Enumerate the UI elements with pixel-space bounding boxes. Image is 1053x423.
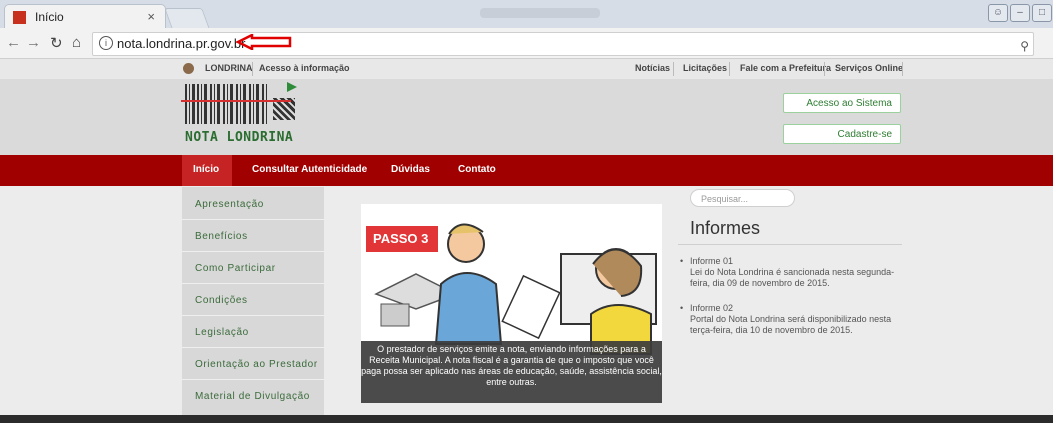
hero-caption: O prestador de serviços emite a nota, en… xyxy=(361,341,662,403)
step-badge: PASSO 3 xyxy=(366,226,438,252)
menu-item-duvidas[interactable]: Dúvidas xyxy=(391,164,430,175)
logo-red-line xyxy=(181,100,291,102)
favicon-icon xyxy=(13,11,26,24)
city-crest-icon xyxy=(183,63,194,74)
forward-icon[interactable]: → xyxy=(26,34,41,51)
top-link-servicos[interactable]: Serviços Online xyxy=(835,63,903,73)
window-title-blur xyxy=(480,8,600,18)
url-text: nota.londrina.pr.gov.br xyxy=(117,36,246,51)
home-icon[interactable]: ⌂ xyxy=(72,34,81,51)
access-system-button[interactable]: Acesso ao Sistema xyxy=(783,93,901,113)
informe-text: Lei do Nota Londrina é sancionada nesta … xyxy=(690,267,895,288)
info-icon[interactable]: i xyxy=(99,36,113,50)
register-button[interactable]: Cadastre-se xyxy=(783,124,901,144)
access-info-link[interactable]: Acesso à informação xyxy=(259,63,350,73)
site-footer xyxy=(0,415,1053,423)
top-link-noticias[interactable]: Notícias xyxy=(635,63,670,73)
sidebar: Apresentação Benefícios Como Participar … xyxy=(182,187,324,415)
sidebar-item-apresentacao[interactable]: Apresentação xyxy=(182,189,324,220)
top-link-licitacoes[interactable]: Licitações xyxy=(683,63,727,73)
tab-title: Início xyxy=(35,10,64,24)
maximize-button[interactable]: □ xyxy=(1032,4,1052,22)
search-input[interactable]: Pesquisar... xyxy=(690,189,795,207)
magnifier-icon[interactable]: ⚲ xyxy=(1020,39,1029,53)
top-link-fale[interactable]: Fale com a Prefeitura xyxy=(740,63,831,73)
main-menu: Início Consultar Autenticidade Dúvidas C… xyxy=(0,155,1053,186)
informe-title[interactable]: Informe 01 xyxy=(690,256,733,267)
tab-close-button[interactable]: × xyxy=(147,9,155,24)
address-toolbar: ← → ↻ ⌂ i nota.londrina.pr.gov.br ⚲ xyxy=(0,28,1053,59)
user-icon[interactable]: ☺ xyxy=(988,4,1008,22)
sidebar-item-orientacao[interactable]: Orientação ao Prestador xyxy=(182,349,324,380)
sidebar-item-material[interactable]: Material de Divulgação xyxy=(182,381,324,412)
url-field[interactable]: i nota.londrina.pr.gov.br ⚲ xyxy=(92,32,1034,56)
new-tab-button[interactable] xyxy=(164,8,210,29)
informe-text: Portal do Nota Londrina será disponibili… xyxy=(690,314,892,335)
nota-londrina-logo[interactable]: NOTA LONDRINA xyxy=(181,80,303,152)
sidebar-item-beneficios[interactable]: Benefícios xyxy=(182,221,324,252)
browser-tab[interactable]: Início × xyxy=(4,4,166,29)
sidebar-item-como-participar[interactable]: Como Participar xyxy=(182,253,324,284)
informe-title[interactable]: Informe 02 xyxy=(690,303,733,314)
annotation-arrow-icon xyxy=(236,34,292,50)
divider xyxy=(678,244,902,245)
menu-item-contato[interactable]: Contato xyxy=(458,164,496,175)
city-link[interactable]: LONDRINA xyxy=(205,63,253,73)
minimize-button[interactable]: – xyxy=(1010,4,1030,22)
informe-item[interactable]: • Informe 01 Lei do Nota Londrina é sanc… xyxy=(680,256,910,290)
informe-item[interactable]: • Informe 02 Portal do Nota Londrina ser… xyxy=(680,303,910,337)
hero-illustration[interactable]: PASSO 3 O prestador de serviços emite a … xyxy=(361,204,662,403)
informes-heading: Informes xyxy=(690,218,761,238)
sidebar-item-condicoes[interactable]: Condições xyxy=(182,285,324,316)
menu-item-consultar[interactable]: Consultar Autenticidade xyxy=(252,164,367,175)
sidebar-item-legislacao[interactable]: Legislação xyxy=(182,317,324,348)
reload-icon[interactable]: ↻ xyxy=(50,34,63,52)
logo-flag-icon xyxy=(287,82,297,92)
menu-item-inicio[interactable]: Início xyxy=(193,164,219,175)
browser-tab-bar: Início × ☺ – □ xyxy=(0,0,1053,29)
site-top-strip: LONDRINA Acesso à informação Notícias Li… xyxy=(0,59,1053,80)
back-icon[interactable]: ← xyxy=(6,34,21,51)
logo-text: NOTA LONDRINA xyxy=(185,130,294,145)
